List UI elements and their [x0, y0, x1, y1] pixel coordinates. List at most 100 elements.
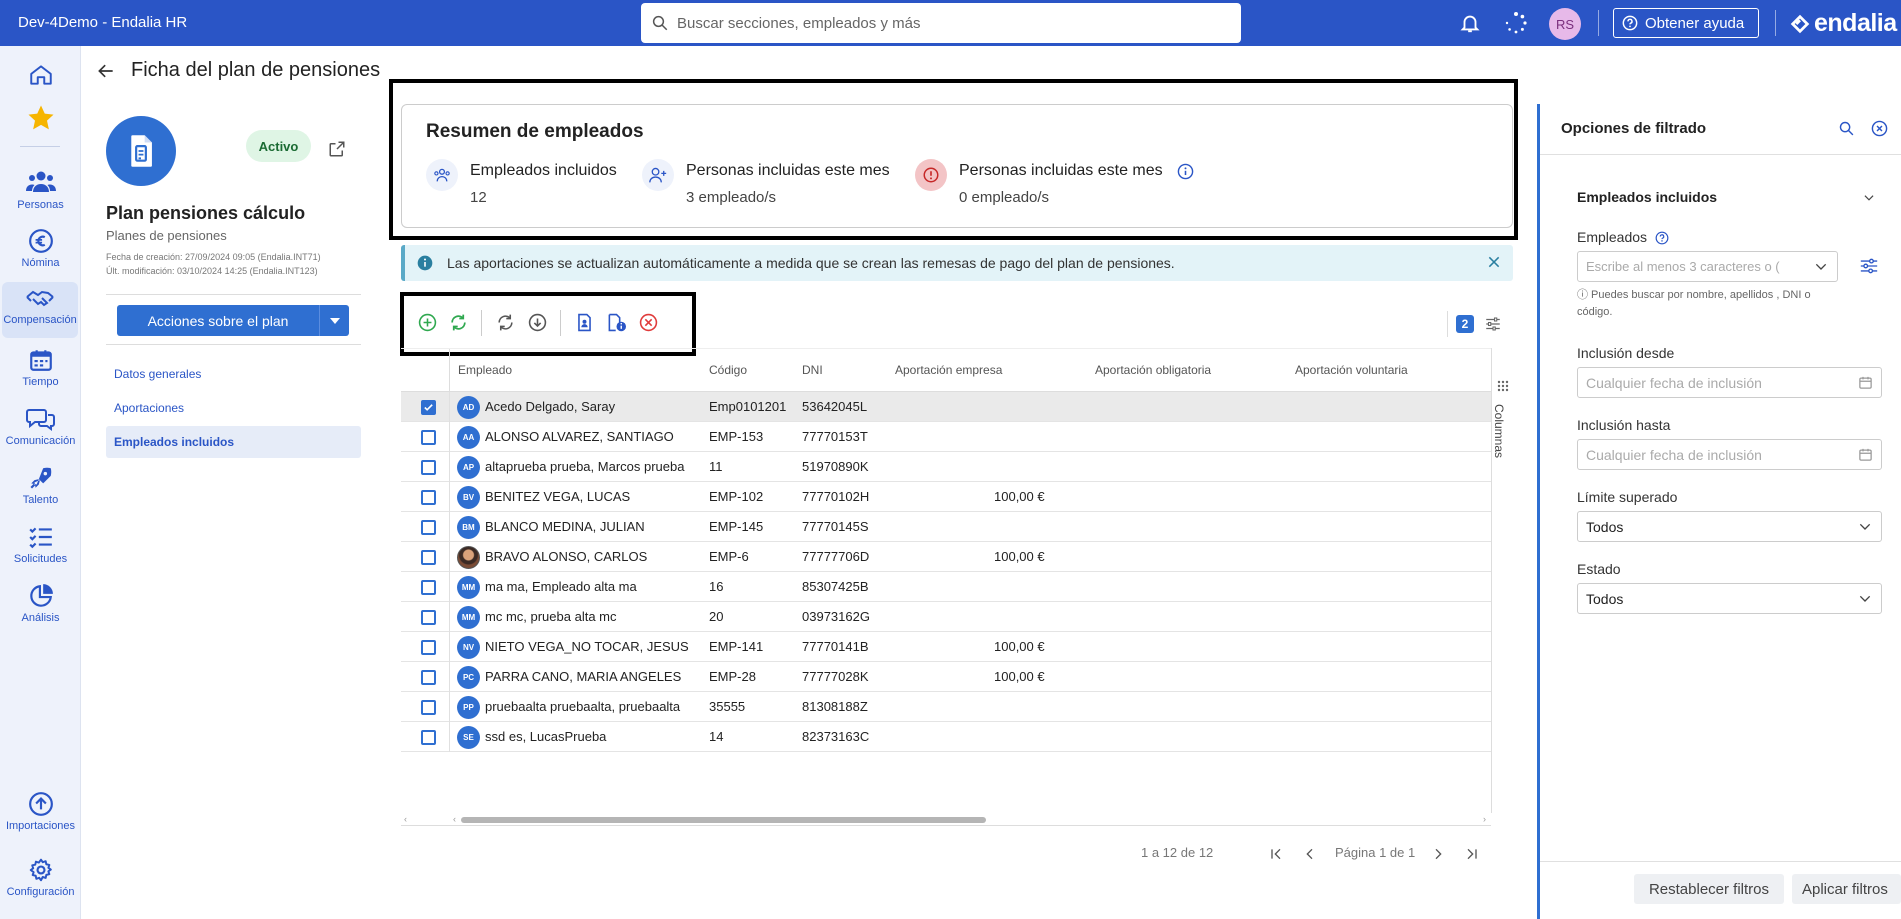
filter-panel-title: Opciones de filtrado — [1561, 120, 1707, 137]
filter-settings-icon[interactable] — [1859, 257, 1879, 275]
table-row[interactable]: BM BLANCO MEDINA, JULIAN EMP-145 77770145S — [401, 512, 1491, 542]
nav-label: Solicitudes — [13, 553, 68, 565]
nav-item-comunicacion[interactable]: Comunicación — [0, 406, 81, 447]
refresh-icon[interactable] — [496, 313, 515, 332]
table-row[interactable]: AD Acedo Delgado, Saray Emp0101201 53642045… — [401, 392, 1491, 422]
table-row[interactable]: MM mc mc, prueba alta mc 20 03973162G — [401, 602, 1491, 632]
column-header-aportacion-voluntaria[interactable]: Aportación voluntaria — [1295, 363, 1408, 377]
chevron-down-icon[interactable] — [1857, 591, 1873, 607]
plan-nav-empleados-incluidos[interactable]: Empleados incluidos — [106, 426, 361, 458]
loading-spinner-icon[interactable] — [1504, 11, 1528, 35]
user-avatar[interactable]: RS — [1549, 8, 1581, 40]
cell-employee-name: ALONSO ALVAREZ, SANTIAGO — [485, 429, 674, 444]
scrollbar-thumb[interactable] — [461, 817, 986, 823]
scroll-left-icon[interactable]: ‹ — [404, 814, 407, 824]
help-circle-icon[interactable] — [1655, 231, 1669, 245]
bell-icon[interactable] — [1459, 11, 1481, 35]
inclusion-to-input[interactable]: Cualquier fecha de inclusión — [1577, 439, 1882, 470]
close-icon[interactable] — [1487, 255, 1501, 269]
row-checkbox[interactable] — [421, 700, 436, 715]
table-row[interactable]: NV NIETO VEGA_NO TOCAR, JESUS EMP-141 77770… — [401, 632, 1491, 662]
nav-item-configuracion[interactable]: Configuración — [0, 857, 81, 898]
cancel-circle-icon[interactable] — [639, 313, 658, 332]
next-page-icon[interactable] — [1430, 846, 1446, 862]
inclusion-from-input[interactable]: Cualquier fecha de inclusión — [1577, 367, 1882, 398]
scroll-right-icon[interactable]: › — [1483, 814, 1486, 824]
row-checkbox[interactable] — [421, 730, 436, 745]
nav-item-solicitudes[interactable]: Solicitudes — [0, 524, 81, 565]
row-checkbox[interactable] — [421, 640, 436, 655]
row-checkbox[interactable] — [421, 460, 436, 475]
horizontal-scrollbar[interactable]: ‹ ‹ › — [401, 813, 1491, 826]
plan-actions-button[interactable]: Acciones sobre el plan — [117, 305, 349, 336]
row-checkbox[interactable] — [421, 490, 436, 505]
calendar-icon[interactable] — [1858, 447, 1873, 462]
person-document-icon[interactable] — [575, 313, 594, 332]
close-circle-icon[interactable] — [1871, 120, 1888, 137]
table-row[interactable]: MM ma ma, Empleado alta ma 16 85307425B — [401, 572, 1491, 602]
row-checkbox[interactable] — [421, 610, 436, 625]
row-checkbox[interactable] — [421, 580, 436, 595]
external-link-icon[interactable] — [328, 140, 346, 158]
state-select[interactable]: Todos — [1577, 583, 1882, 614]
dropdown-caret-icon[interactable] — [319, 305, 349, 336]
chevron-down-icon[interactable] — [1862, 191, 1876, 205]
nav-item-tiempo[interactable]: Tiempo — [0, 347, 81, 388]
column-header-dni[interactable]: DNI — [802, 363, 823, 377]
table-row[interactable]: AP altaprueba prueba, Marcos prueba 11 5197… — [401, 452, 1491, 482]
info-icon[interactable] — [1177, 163, 1194, 180]
row-checkbox[interactable] — [421, 550, 436, 565]
chevron-down-icon[interactable] — [1857, 519, 1873, 535]
plan-nav-aportaciones[interactable]: Aportaciones — [106, 392, 361, 424]
help-button[interactable]: Obtener ayuda — [1613, 8, 1759, 38]
columns-side-panel[interactable]: Columnas — [1491, 348, 1513, 813]
nav-item-analisis[interactable]: Análisis — [0, 583, 81, 624]
limit-exceeded-select[interactable]: Todos — [1577, 511, 1882, 542]
table-row[interactable]: PC PARRA CANO, MARIA ANGELES EMP-28 7777702… — [401, 662, 1491, 692]
nav-item-importaciones[interactable]: Importaciones — [0, 791, 81, 832]
document-info-icon[interactable] — [606, 313, 627, 332]
plan-nav-datos-generales[interactable]: Datos generales — [106, 358, 361, 390]
nav-item-nomina[interactable]: Nómina — [0, 228, 81, 269]
global-search[interactable] — [641, 3, 1241, 43]
table-row[interactable]: AA ALONSO ALVAREZ, SANTIAGO EMP-153 7777015… — [401, 422, 1491, 452]
table-row[interactable]: BRAVO ALONSO, CARLOS EMP-6 77777706D 100,00… — [401, 542, 1491, 572]
download-circle-icon[interactable] — [528, 313, 547, 332]
scroll-left-icon[interactable]: ‹ — [453, 814, 456, 824]
sliders-icon[interactable] — [1484, 315, 1502, 333]
row-checkbox[interactable] — [421, 670, 436, 685]
last-page-icon[interactable] — [1464, 846, 1480, 862]
reset-filters-button[interactable]: Restablecer filtros — [1634, 874, 1784, 904]
row-checkbox[interactable] — [421, 430, 436, 445]
stat-label: Personas incluidas este mes — [686, 162, 890, 179]
chevron-down-icon[interactable] — [1813, 259, 1829, 275]
previous-page-icon[interactable] — [1302, 846, 1318, 862]
favorites-button[interactable] — [0, 103, 81, 136]
table-row[interactable]: BV BENITEZ VEGA, LUCAS EMP-102 77770102H 100… — [401, 482, 1491, 512]
table-row[interactable]: PP pruebaalta pruebaalta, pruebaalta 35555… — [401, 692, 1491, 722]
column-header-empleado[interactable]: Empleado — [458, 363, 512, 377]
search-input[interactable] — [677, 14, 1197, 32]
nav-item-personas[interactable]: Personas — [0, 168, 81, 211]
cell-code: 20 — [709, 609, 724, 624]
back-arrow-icon[interactable] — [96, 61, 116, 81]
nav-item-compensacion[interactable]: Compensación — [2, 282, 78, 338]
employee-avatar: AP — [457, 456, 480, 479]
selected-count-badge[interactable]: 2 — [1456, 315, 1474, 333]
nav-item-talento[interactable]: Talento — [0, 465, 81, 506]
column-header-aportacion-empresa[interactable]: Aportación empresa — [895, 363, 1002, 377]
calendar-icon[interactable] — [1858, 375, 1873, 390]
sync-green-icon[interactable] — [449, 313, 468, 332]
add-circle-icon[interactable] — [418, 313, 437, 332]
row-checkbox[interactable] — [421, 400, 436, 415]
row-checkbox[interactable] — [421, 520, 436, 535]
table-row[interactable]: SE ssd es, LucasPrueba 14 82373163C — [401, 722, 1491, 752]
column-header-codigo[interactable]: Código — [709, 363, 747, 377]
column-header-aportacion-obligatoria[interactable]: Aportación obligatoria — [1095, 363, 1211, 377]
first-page-icon[interactable] — [1268, 846, 1284, 862]
filter-section-title[interactable]: Empleados incluidos — [1577, 189, 1717, 205]
apply-filters-button[interactable]: Aplicar filtros — [1792, 874, 1901, 904]
employees-search-input[interactable]: Escribe al menos 3 caracteres o ( — [1577, 251, 1838, 282]
search-icon[interactable] — [1838, 120, 1855, 137]
home-button[interactable] — [0, 62, 81, 91]
